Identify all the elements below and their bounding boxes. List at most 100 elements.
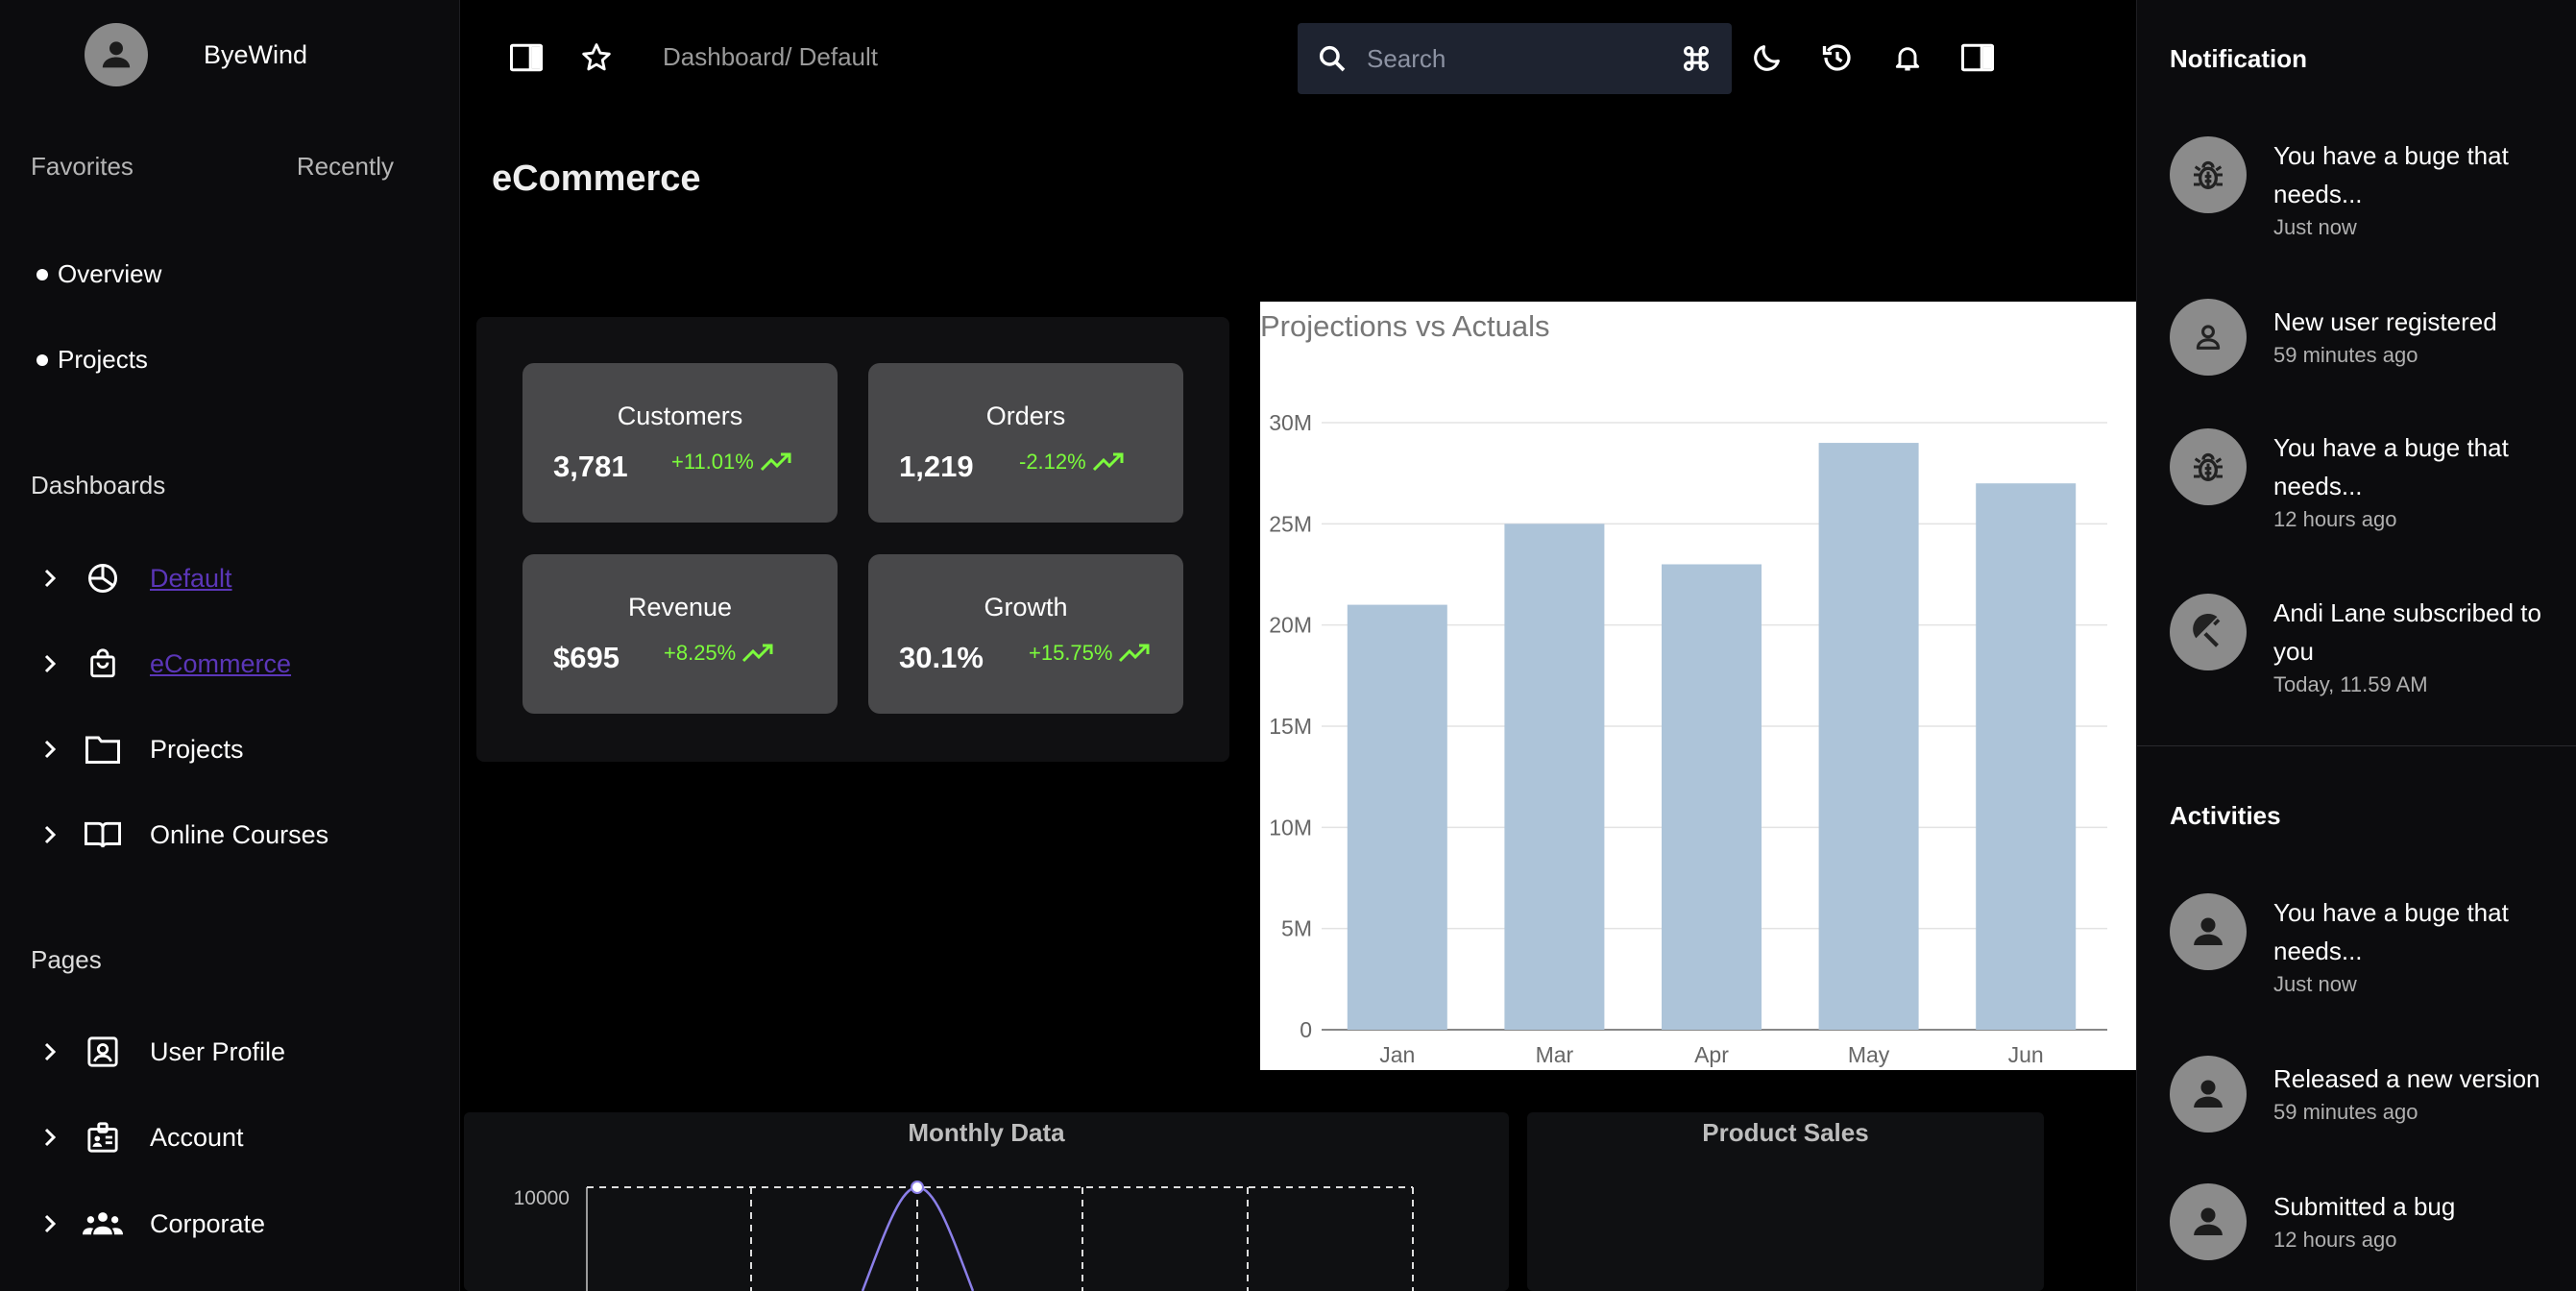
stat-delta: +15.75%	[1029, 641, 1151, 666]
chevron-right-icon[interactable]	[38, 1040, 61, 1063]
activity-item[interactable]: You have a buge that needs... Just now	[2170, 893, 2564, 997]
bug-icon	[2170, 428, 2247, 505]
sidebar-item-corporate[interactable]: Corporate	[38, 1203, 265, 1245]
panel-title: Product Sales	[1702, 1118, 1869, 1147]
brand[interactable]: ByeWind	[85, 23, 307, 86]
chevron-right-icon[interactable]	[38, 652, 61, 675]
stat-delta: +11.01%	[671, 450, 792, 475]
moon-icon[interactable]	[1748, 38, 1786, 77]
stat-label: Customers	[617, 402, 743, 430]
monthly-line-chart: 10000	[514, 1181, 1414, 1291]
tab-recently[interactable]: Recently	[297, 152, 394, 182]
y-tick-label: 25M	[1269, 511, 1312, 536]
star-icon[interactable]	[577, 38, 616, 77]
sidebar-item-label[interactable]: eCommerce	[150, 649, 291, 679]
product-sales-panel: Product Sales	[1527, 1112, 2044, 1291]
person-icon	[2194, 1080, 2223, 1108]
brand-name: ByeWind	[204, 39, 308, 69]
x-tick-label: Mar	[1536, 1042, 1574, 1067]
bar-mar[interactable]	[1504, 524, 1605, 1030]
notification-item[interactable]: Andi Lane subscribed to you Today, 11.59 …	[2170, 594, 2564, 697]
dashboards-heading: Dashboards	[31, 471, 166, 499]
trending-up-icon	[760, 452, 791, 472]
stat-card-growth[interactable]: Growth 30.1% +15.75%	[868, 554, 1183, 714]
shopping-bag-icon	[83, 644, 123, 684]
stat-value: $695	[553, 641, 620, 674]
command-icon	[1683, 45, 1710, 72]
chevron-right-icon[interactable]	[38, 738, 61, 761]
activity-item[interactable]: Submitted a bug 12 hours ago	[2170, 1183, 2564, 1260]
notification-message: New user registered	[2273, 307, 2497, 336]
activity-message: Released a new version	[2273, 1064, 2540, 1093]
avatar	[2170, 1056, 2247, 1133]
bar-jan[interactable]	[1347, 604, 1447, 1030]
history-icon[interactable]	[1818, 38, 1857, 77]
notification-item[interactable]: You have a buge that needs... Just now	[2170, 136, 2564, 240]
sidebar-item-online-courses[interactable]: Online Courses	[38, 814, 328, 856]
sidebar: ByeWind Favorites Recently Overview Proj…	[0, 0, 460, 1291]
breadcrumb[interactable]: Dashboard/ Default	[663, 42, 878, 72]
sidebar-item-label: Corporate	[150, 1208, 266, 1238]
activities-heading: Activities	[2170, 801, 2281, 830]
bug-icon	[2170, 136, 2247, 213]
x-tick-label: Jan	[1379, 1042, 1415, 1067]
notification-time: Today, 11.59 AM	[2273, 672, 2428, 696]
app-root: ByeWind Favorites Recently Overview Proj…	[0, 0, 2576, 1291]
notifications-heading: Notification	[2170, 44, 2307, 73]
sidebar-item-label: Account	[150, 1122, 244, 1152]
favorite-item-overview[interactable]: Overview	[36, 259, 161, 289]
avatar	[2170, 893, 2247, 970]
favorite-item-projects[interactable]: Projects	[36, 345, 148, 375]
y-tick-label: 10M	[1269, 815, 1312, 840]
chevron-right-icon[interactable]	[38, 823, 61, 846]
pages-heading: Pages	[31, 945, 102, 974]
sidebar-item-account[interactable]: Account	[38, 1116, 244, 1158]
activity-time: 12 hours ago	[2273, 1228, 2397, 1252]
y-tick-label: 0	[1300, 1017, 1312, 1042]
stat-card-orders[interactable]: Orders 1,219 -2.12%	[868, 363, 1183, 523]
favorite-label: Overview	[58, 259, 162, 288]
notification-message: You have a buge that needs...	[2273, 141, 2509, 208]
sidebar-item-projects[interactable]: Projects	[38, 728, 244, 770]
sidebar-item-default[interactable]: Default	[38, 557, 232, 599]
bar-apr[interactable]	[1662, 564, 1762, 1030]
broadcast-icon	[2170, 594, 2247, 670]
search-placeholder: Search	[1367, 43, 1446, 73]
stat-value: 3,781	[553, 450, 628, 483]
chevron-right-icon[interactable]	[38, 567, 61, 590]
trending-up-icon	[1092, 452, 1124, 472]
y-tick-label: 15M	[1269, 714, 1312, 739]
projections-chart: Projections vs Actuals 0 5M 10M 15M 20M 25M 30…	[1260, 302, 2136, 1070]
chevron-right-icon[interactable]	[38, 1126, 61, 1149]
stat-value: 30.1%	[899, 641, 984, 674]
stat-label: Growth	[984, 593, 1068, 621]
stat-value: 1,219	[899, 450, 974, 483]
user-profile-icon	[83, 1032, 123, 1072]
notification-item[interactable]: New user registered 59 minutes ago	[2170, 299, 2564, 376]
y-tick-label: 5M	[1281, 916, 1312, 941]
bell-icon[interactable]	[1888, 38, 1927, 77]
bar-may[interactable]	[1818, 443, 1919, 1030]
x-tick-label: Jun	[2008, 1042, 2044, 1067]
favorite-label: Projects	[58, 345, 148, 374]
search-input[interactable]: Search	[1298, 23, 1732, 94]
bar-jun[interactable]	[1976, 483, 2077, 1030]
search-icon	[1319, 45, 1346, 72]
sidebar-item-user-profile[interactable]: User Profile	[38, 1031, 285, 1073]
chevron-right-icon[interactable]	[38, 1212, 61, 1235]
sidebar-item-ecommerce[interactable]: eCommerce	[38, 643, 291, 685]
y-tick-label: 20M	[1269, 613, 1312, 638]
sidebar-toggle-icon[interactable]	[507, 38, 546, 77]
notification-item[interactable]: You have a buge that needs... 12 hours ag…	[2170, 428, 2564, 532]
sidebar-item-label[interactable]: Default	[150, 564, 232, 594]
person-icon	[2194, 917, 2223, 945]
avatar	[85, 23, 148, 86]
right-panel-toggle-icon[interactable]	[1958, 38, 1997, 77]
activity-message: Submitted a bug	[2273, 1192, 2456, 1221]
stat-card-revenue[interactable]: Revenue $695 +8.25%	[522, 554, 838, 714]
tab-favorites[interactable]: Favorites	[31, 152, 134, 182]
stat-card-customers[interactable]: Customers 3,781 +11.01%	[522, 363, 838, 523]
activity-item[interactable]: Released a new version 59 minutes ago	[2170, 1056, 2564, 1133]
activity-message: You have a buge that needs...	[2273, 898, 2509, 965]
sidebar-item-label: Online Courses	[150, 819, 329, 849]
